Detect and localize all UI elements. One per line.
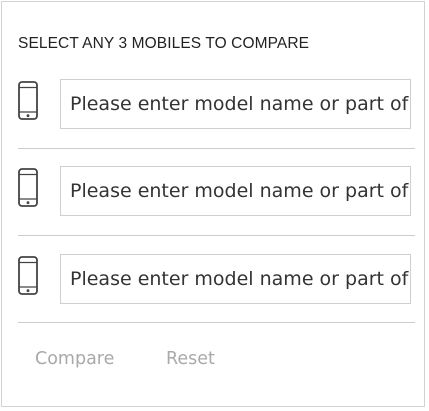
divider — [18, 322, 415, 323]
compare-slot-3 — [18, 251, 415, 307]
compare-button[interactable]: Compare — [35, 349, 114, 369]
compare-slot-2 — [18, 163, 415, 219]
panel-heading: SELECT ANY 3 MOBILES TO COMPARE — [18, 35, 310, 52]
model-search-input-2[interactable] — [60, 166, 411, 216]
divider — [18, 235, 415, 236]
action-bar: Compare Reset — [35, 349, 215, 369]
mobile-phone-icon — [18, 81, 38, 120]
model-search-input-1[interactable] — [60, 79, 411, 129]
mobile-phone-icon — [18, 168, 38, 207]
mobile-phone-icon — [18, 256, 38, 295]
compare-mobiles-panel: SELECT ANY 3 MOBILES TO COMPARE Please e… — [1, 1, 425, 407]
model-search-input-3[interactable] — [60, 254, 411, 304]
reset-button[interactable]: Reset — [166, 349, 215, 369]
divider — [18, 148, 415, 149]
compare-slot-1 — [18, 76, 415, 132]
